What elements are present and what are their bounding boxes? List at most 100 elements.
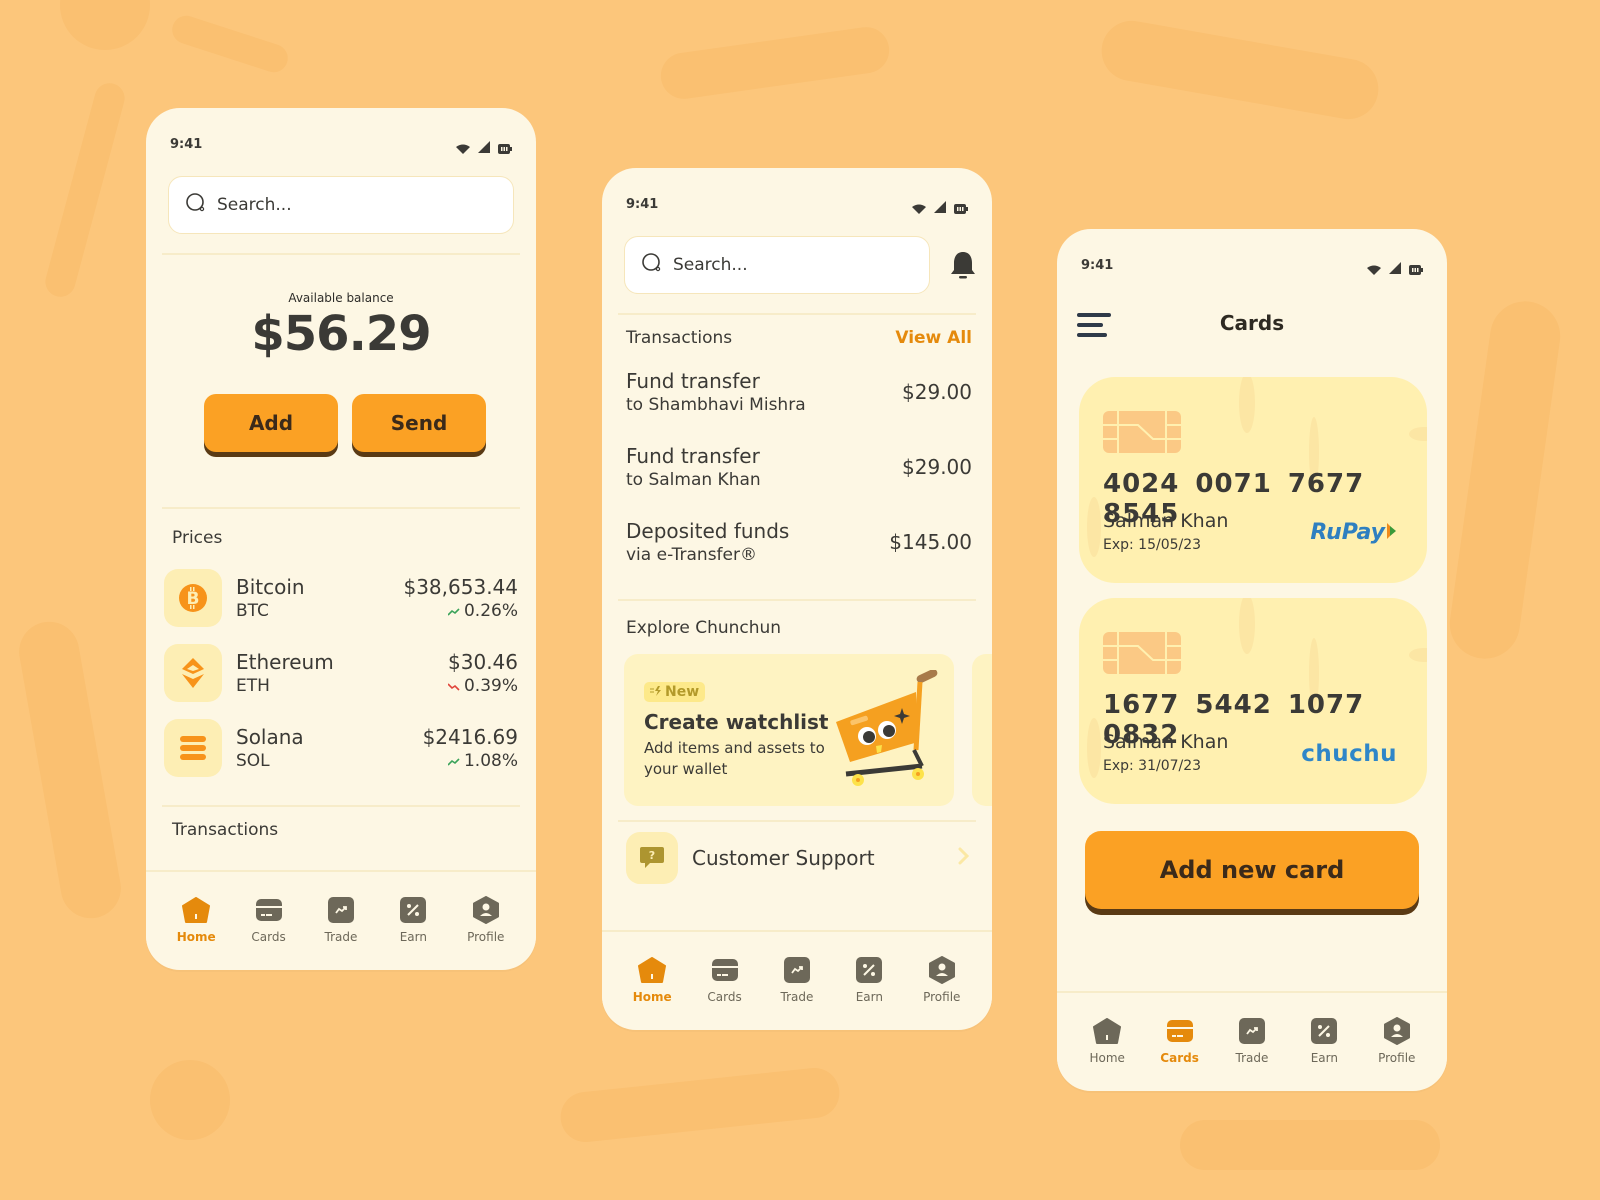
nav-cards[interactable]: Cards bbox=[695, 932, 755, 1028]
status-bar: 9:41 bbox=[1081, 255, 1423, 275]
nav-label: Trade bbox=[1235, 1051, 1269, 1065]
percent-icon bbox=[1310, 1017, 1338, 1045]
nav-label: Trade bbox=[324, 930, 358, 944]
transaction-title: Fund transfer bbox=[626, 444, 760, 468]
svg-text:?: ? bbox=[649, 849, 655, 862]
status-time: 9:41 bbox=[626, 196, 659, 212]
nav-cards[interactable]: Cards bbox=[1150, 993, 1210, 1089]
nav-earn[interactable]: Earn bbox=[383, 872, 443, 968]
search-icon bbox=[641, 252, 663, 278]
search-bar[interactable] bbox=[624, 236, 930, 294]
coin-row-solana[interactable]: Solana SOL $2416.69 1.08% bbox=[164, 718, 518, 778]
view-all-link[interactable]: View All bbox=[895, 328, 972, 348]
trend-icon bbox=[1238, 1017, 1266, 1045]
card-expiry: Exp: 31/07/23 bbox=[1103, 758, 1202, 774]
battery-icon bbox=[498, 139, 512, 154]
nav-label: Cards bbox=[1160, 1051, 1199, 1065]
add-new-card-button[interactable]: Add new card bbox=[1085, 831, 1419, 909]
background-pattern bbox=[168, 12, 292, 76]
trend-up-icon bbox=[447, 600, 460, 622]
credit-card[interactable]: 1677 5442 1077 0832 Salman Khan Exp: 31/… bbox=[1079, 598, 1427, 804]
shopping-cart-icon bbox=[832, 669, 942, 794]
transaction-subtitle: to Shambhavi Mishra bbox=[626, 395, 806, 415]
search-input[interactable] bbox=[673, 255, 892, 275]
balance-amount: $56.29 bbox=[251, 306, 431, 362]
wifi-icon bbox=[456, 139, 470, 154]
status-bar: 9:41 bbox=[170, 134, 512, 154]
transaction-row[interactable]: Fund transfer to Salman Khan $29.00 bbox=[626, 439, 972, 495]
signal-icon bbox=[478, 138, 490, 153]
promo-description: Add items and assets to your wallet bbox=[644, 739, 825, 778]
home-icon bbox=[638, 956, 667, 984]
card-brand-logo: RuPay bbox=[1310, 520, 1397, 545]
nav-earn[interactable]: Earn bbox=[1294, 993, 1354, 1089]
send-button[interactable]: Send bbox=[352, 394, 486, 452]
card-icon bbox=[711, 956, 739, 984]
cards-screen: 9:41 Cards 4024 0071 7677 8545 Salman Kh… bbox=[1057, 229, 1447, 1091]
promo-card-next[interactable] bbox=[972, 654, 992, 806]
search-input[interactable] bbox=[217, 195, 436, 215]
chip-icon bbox=[1103, 411, 1181, 453]
nav-label: Profile bbox=[923, 990, 961, 1004]
coin-row-bitcoin[interactable]: B Bitcoin BTC $38,653.44 0.26% bbox=[164, 568, 518, 628]
transaction-row[interactable]: Fund transfer to Shambhavi Mishra $29.00 bbox=[626, 364, 972, 420]
add-button[interactable]: Add bbox=[204, 394, 338, 452]
card-brand: RuPay bbox=[1310, 520, 1385, 545]
nav-trade[interactable]: Trade bbox=[311, 872, 371, 968]
coin-price: $2416.69 bbox=[422, 725, 518, 749]
lightning-icon bbox=[650, 684, 662, 700]
user-icon bbox=[928, 956, 956, 984]
coin-symbol: BTC bbox=[236, 601, 269, 621]
nav-trade[interactable]: Trade bbox=[1222, 993, 1282, 1089]
percent-icon bbox=[855, 956, 883, 984]
nav-profile[interactable]: Profile bbox=[456, 872, 516, 968]
bell-icon[interactable] bbox=[950, 250, 976, 280]
nav-label: Profile bbox=[467, 930, 505, 944]
balance-label: Available balance bbox=[288, 291, 394, 305]
coin-change: 1.08% bbox=[463, 751, 518, 771]
promo-card-watchlist[interactable]: New Create watchlist Add items and asset… bbox=[624, 654, 954, 806]
coin-change: 0.26% bbox=[463, 601, 518, 621]
card-holder: Salman Khan bbox=[1103, 731, 1229, 753]
nav-label: Earn bbox=[399, 930, 427, 944]
transaction-amount: $145.00 bbox=[889, 530, 972, 554]
coin-row-ethereum[interactable]: Ethereum ETH $30.46 0.39% bbox=[164, 643, 518, 703]
nav-label: Earn bbox=[855, 990, 883, 1004]
signal-icon bbox=[934, 198, 946, 213]
customer-support-row[interactable]: ? Customer Support bbox=[626, 832, 970, 884]
card-icon bbox=[1166, 1017, 1194, 1045]
nav-label: Cards bbox=[251, 930, 286, 944]
card-decoration bbox=[1087, 497, 1101, 557]
transaction-amount: $29.00 bbox=[902, 380, 972, 404]
nav-profile[interactable]: Profile bbox=[1367, 993, 1427, 1089]
card-decoration bbox=[1087, 718, 1101, 778]
nav-home[interactable]: Home bbox=[1077, 993, 1137, 1089]
nav-label: Home bbox=[176, 930, 216, 944]
transaction-amount: $29.00 bbox=[902, 455, 972, 479]
coin-symbol: ETH bbox=[236, 676, 270, 696]
nav-profile[interactable]: Profile bbox=[912, 932, 972, 1028]
bottom-nav: Home Cards Trade Earn Profile bbox=[146, 870, 536, 968]
search-icon bbox=[185, 192, 207, 218]
background-pattern bbox=[1180, 1120, 1440, 1170]
support-label: Customer Support bbox=[692, 846, 875, 870]
nav-cards[interactable]: Cards bbox=[239, 872, 299, 968]
nav-home[interactable]: Home bbox=[166, 872, 226, 968]
page-title: Cards bbox=[1219, 311, 1285, 335]
nav-trade[interactable]: Trade bbox=[767, 932, 827, 1028]
nav-label: Profile bbox=[1378, 1051, 1416, 1065]
user-icon bbox=[1383, 1017, 1411, 1045]
background-pattern bbox=[1096, 16, 1384, 124]
coin-price: $30.46 bbox=[448, 650, 518, 674]
coin-symbol: SOL bbox=[236, 751, 270, 771]
credit-card[interactable]: 4024 0071 7677 8545 Salman Khan Exp: 15/… bbox=[1079, 377, 1427, 583]
background-pattern bbox=[558, 1065, 842, 1145]
search-bar[interactable] bbox=[168, 176, 514, 234]
wifi-icon bbox=[912, 199, 926, 214]
transaction-subtitle: via e-Transfer® bbox=[626, 545, 757, 565]
transaction-row[interactable]: Deposited funds via e-Transfer® $145.00 bbox=[626, 514, 972, 570]
nav-home[interactable]: Home bbox=[622, 932, 682, 1028]
coin-price: $38,653.44 bbox=[403, 575, 518, 599]
card-decoration bbox=[1409, 648, 1427, 662]
nav-earn[interactable]: Earn bbox=[839, 932, 899, 1028]
